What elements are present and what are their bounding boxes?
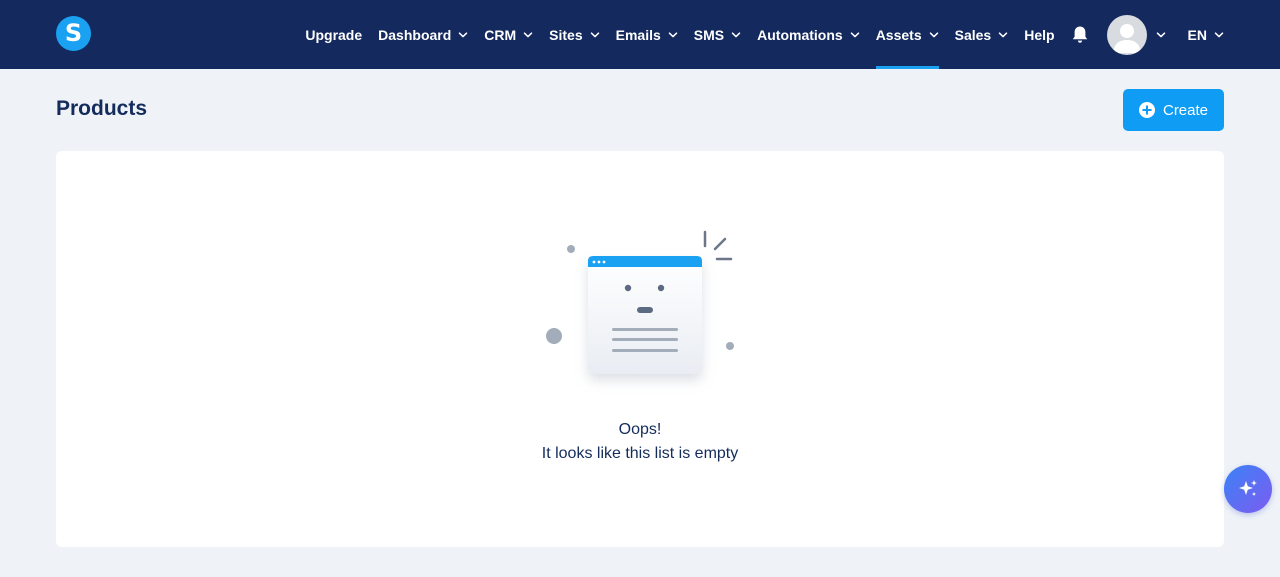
nav-help[interactable]: Help (1024, 0, 1054, 69)
bell-icon[interactable] (1071, 25, 1089, 45)
main-nav: Upgrade Dashboard CRM Sites Emails SMS A… (305, 0, 1224, 69)
create-button-label: Create (1162, 101, 1209, 119)
plus-circle-icon (1138, 102, 1155, 118)
nav-emails-label: Emails (615, 26, 661, 43)
nav-emails[interactable]: Emails (616, 0, 678, 69)
language-selector[interactable]: EN (1188, 0, 1224, 69)
chevron-down-icon (1156, 31, 1165, 37)
chevron-down-icon (731, 31, 741, 37)
empty-state-title: Oops! (618, 421, 662, 438)
sparkle-icon (1239, 480, 1257, 496)
nav-sms-label: SMS (693, 26, 725, 43)
nav-sales-label: Sales (954, 26, 992, 43)
nav-upgrade-label: Upgrade (305, 26, 363, 43)
nav-help-label: Help (1024, 26, 1055, 43)
avatar[interactable] (1106, 14, 1147, 55)
nav-dashboard-label: Dashboard (378, 26, 452, 43)
chevron-down-icon (998, 31, 1008, 37)
chevron-down-icon (590, 31, 599, 37)
chevron-down-icon (523, 31, 533, 37)
nav-sites-label: Sites (549, 26, 583, 43)
language-label: EN (1187, 26, 1207, 43)
empty-state-subtitle: It looks like this list is empty (541, 445, 739, 462)
empty-list-illustration (546, 230, 734, 374)
top-navbar: S Upgrade Dashboard CRM Sites Emails SMS… (0, 0, 1280, 69)
nav-crm-label: CRM (484, 26, 517, 43)
nav-dashboard[interactable]: Dashboard (378, 0, 468, 69)
chevron-down-icon (929, 31, 938, 37)
nav-assets-label: Assets (875, 26, 922, 43)
nav-sms[interactable]: SMS (694, 0, 741, 69)
nav-sites[interactable]: Sites (549, 0, 599, 69)
chevron-down-icon (1214, 31, 1224, 37)
chevron-down-icon (668, 31, 678, 37)
create-button[interactable]: Create (1123, 89, 1224, 131)
chevron-down-icon (850, 31, 859, 37)
nav-automations[interactable]: Automations (757, 0, 860, 69)
app-logo[interactable]: S (56, 16, 91, 51)
nav-automations-label: Automations (757, 26, 843, 43)
nav-upgrade[interactable]: Upgrade (305, 0, 362, 69)
nav-assets[interactable]: Assets (875, 0, 939, 69)
nav-sales[interactable]: Sales (955, 0, 1009, 69)
user-menu[interactable] (1106, 14, 1166, 55)
chevron-down-icon (459, 31, 468, 37)
nav-crm[interactable]: CRM (484, 0, 533, 69)
user-silhouette-icon (1112, 23, 1141, 53)
ai-assistant-button[interactable] (1224, 465, 1272, 513)
page-title: Products (56, 97, 148, 120)
